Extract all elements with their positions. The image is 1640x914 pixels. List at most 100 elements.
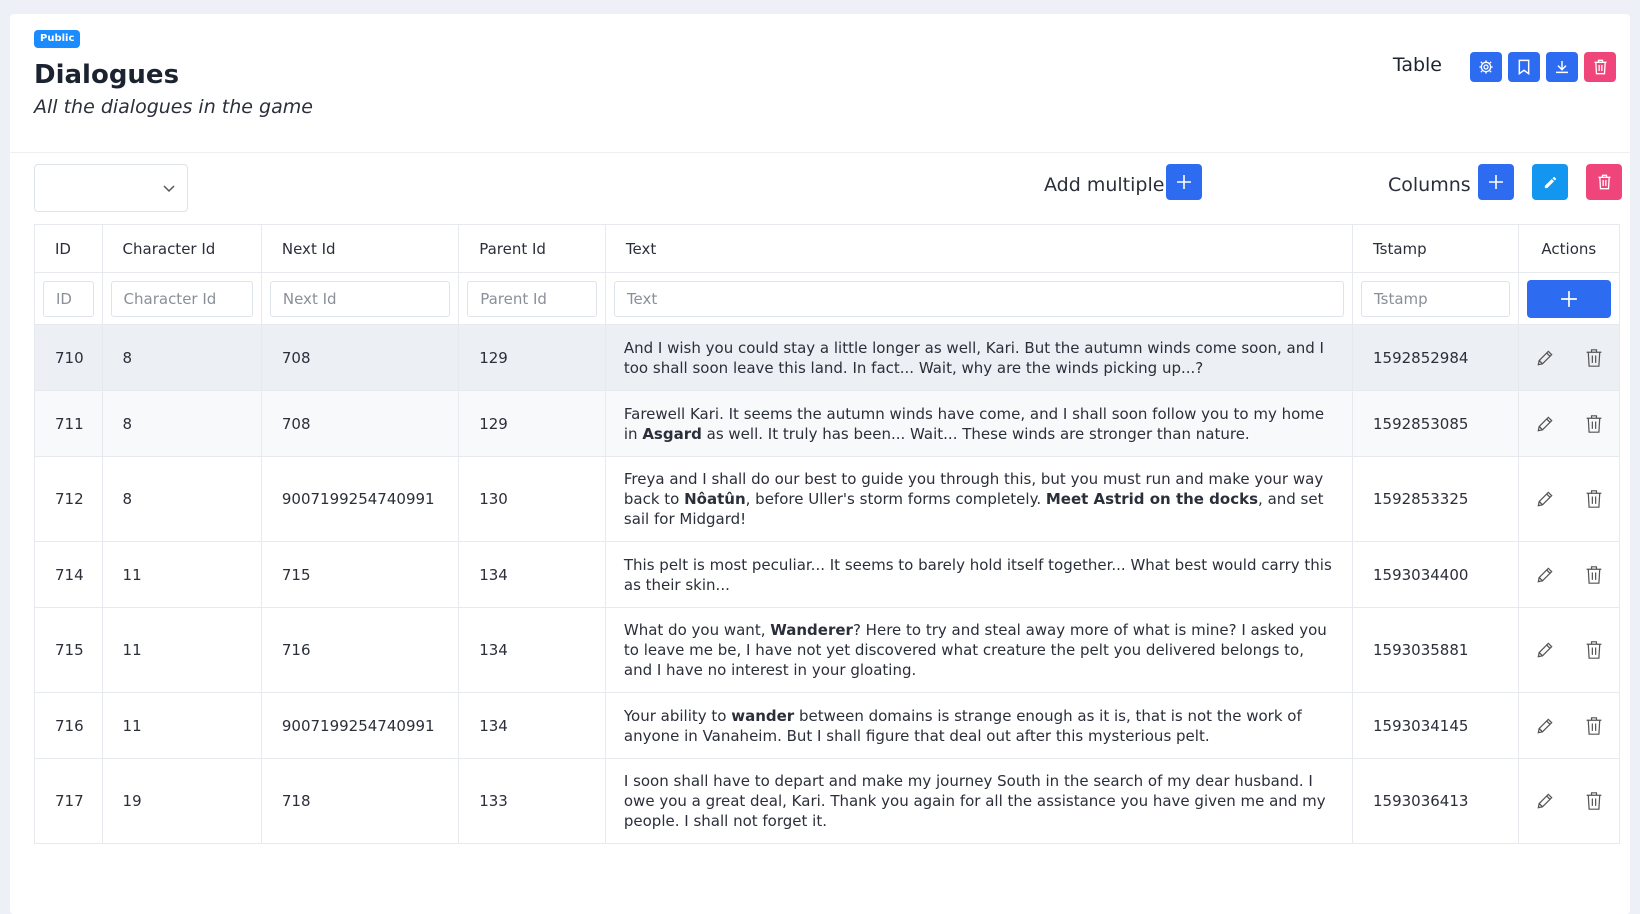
edit-row-button[interactable]	[1535, 714, 1555, 738]
filter-row	[34, 272, 1621, 325]
filter-next-id-input[interactable]	[269, 280, 451, 317]
table-bookmark-button[interactable]	[1508, 52, 1540, 82]
trash-icon	[1598, 174, 1610, 190]
cell-text: Farewell Kari. It seems the autumn winds…	[604, 390, 1353, 457]
edit-row-button[interactable]	[1535, 563, 1555, 587]
delete-row-button[interactable]	[1585, 563, 1603, 587]
column-header-next-id[interactable]: Next Id	[260, 224, 460, 273]
filter-text-input[interactable]	[613, 280, 1344, 317]
edit-row-button[interactable]	[1535, 487, 1555, 511]
table-actions	[1470, 52, 1616, 82]
pencil-icon	[1537, 793, 1553, 809]
table-row[interactable]: 710 8 708 129 And I wish you could stay a li…	[34, 324, 1621, 391]
add-column-button[interactable]	[1478, 164, 1514, 200]
cell-id: 714	[34, 541, 103, 608]
view-select[interactable]	[34, 164, 188, 212]
table-delete-button[interactable]	[1584, 52, 1616, 82]
cell-actions	[1517, 758, 1621, 844]
cell-tstamp: 1593036413	[1351, 758, 1519, 844]
pencil-icon	[1537, 717, 1553, 733]
column-header-id[interactable]: ID	[34, 224, 103, 273]
cell-tstamp: 1593034400	[1351, 541, 1519, 608]
cell-text: And I wish you could stay a little longe…	[604, 324, 1353, 391]
visibility-badge: Public	[34, 30, 81, 48]
cell-actions	[1517, 390, 1621, 457]
cell-text: What do you want, Wanderer? Here to try …	[604, 607, 1353, 693]
gear-icon	[1479, 60, 1493, 74]
cell-parent-id: 134	[458, 692, 606, 759]
delete-row-button[interactable]	[1585, 714, 1603, 738]
cell-tstamp: 1593034145	[1351, 692, 1519, 759]
filter-parent-id-input[interactable]	[467, 280, 597, 317]
delete-row-button[interactable]	[1585, 412, 1603, 436]
cell-character-id: 11	[101, 607, 262, 693]
cell-parent-id: 130	[458, 456, 606, 542]
cell-parent-id: 129	[458, 390, 606, 457]
cell-text: I soon shall have to depart and make my …	[604, 758, 1353, 844]
pencil-icon	[1537, 349, 1553, 365]
cell-next-id: 716	[260, 607, 460, 693]
page-title: Dialogues	[34, 60, 180, 90]
cell-parent-id: 134	[458, 541, 606, 608]
delete-row-button[interactable]	[1585, 487, 1603, 511]
pencil-icon	[1537, 415, 1553, 431]
cell-next-id: 715	[260, 541, 460, 608]
table-header-row: ID Character Id Next Id Parent Id Text T…	[34, 224, 1621, 273]
cell-character-id: 8	[101, 390, 262, 457]
filter-tstamp-input[interactable]	[1360, 280, 1510, 317]
add-row-button[interactable]	[1526, 279, 1611, 318]
edit-columns-button[interactable]	[1532, 164, 1568, 200]
edit-row-button[interactable]	[1535, 789, 1555, 813]
table-row[interactable]: 715 11 716 134 What do you want, Wanderer? H…	[34, 607, 1621, 693]
download-icon	[1556, 61, 1568, 74]
cell-parent-id: 133	[458, 758, 606, 844]
table-download-button[interactable]	[1546, 52, 1578, 82]
add-multiple-label: Add multiple	[1044, 174, 1165, 196]
delete-row-button[interactable]	[1585, 346, 1603, 370]
edit-row-button[interactable]	[1535, 638, 1555, 662]
table-row[interactable]: 717 19 718 133 I soon shall have to depart a…	[34, 758, 1621, 844]
table-row[interactable]: 712 8 9007199254740991 130 Freya and I shall…	[34, 456, 1621, 542]
table-row[interactable]: 716 11 9007199254740991 134 Your ability to …	[34, 692, 1621, 759]
filter-character-id-input[interactable]	[110, 280, 253, 317]
cell-tstamp: 1592853085	[1351, 390, 1519, 457]
plus-icon	[1560, 290, 1577, 307]
cell-character-id: 11	[101, 692, 262, 759]
edit-row-button[interactable]	[1535, 346, 1555, 370]
column-actions	[1478, 164, 1622, 200]
column-header-tstamp[interactable]: Tstamp	[1351, 224, 1519, 273]
cell-tstamp: 1592853325	[1351, 456, 1519, 542]
cell-character-id: 8	[101, 456, 262, 542]
trash-icon	[1586, 716, 1602, 735]
cell-text: This pelt is most peculiar... It seems t…	[604, 541, 1353, 608]
cell-id: 717	[34, 758, 103, 844]
cell-id: 716	[34, 692, 103, 759]
cell-parent-id: 134	[458, 607, 606, 693]
trash-icon	[1586, 641, 1602, 659]
table-settings-button[interactable]	[1470, 52, 1502, 82]
cell-next-id: 708	[260, 324, 460, 391]
edit-row-button[interactable]	[1535, 412, 1555, 436]
columns-label: Columns	[1388, 174, 1471, 196]
column-header-character-id[interactable]: Character Id	[101, 224, 262, 273]
delete-row-button[interactable]	[1585, 638, 1603, 662]
column-header-parent-id[interactable]: Parent Id	[458, 224, 606, 273]
column-header-text[interactable]: Text	[604, 224, 1353, 273]
table-row[interactable]: 714 11 715 134 This pelt is most peculiar...…	[34, 541, 1621, 608]
delete-columns-button[interactable]	[1586, 164, 1622, 200]
cell-actions	[1517, 692, 1621, 759]
cell-character-id: 8	[101, 324, 262, 391]
cell-character-id: 19	[101, 758, 262, 844]
cell-tstamp: 1593035881	[1351, 607, 1519, 693]
table-label: Table	[1392, 54, 1442, 76]
table-row[interactable]: 711 8 708 129 Farewell Kari. It seems the au…	[34, 390, 1621, 457]
trash-icon	[1586, 348, 1602, 367]
pencil-icon	[1544, 176, 1556, 188]
page-subtitle: All the dialogues in the game	[34, 96, 313, 118]
add-multiple-button[interactable]	[1166, 164, 1202, 200]
cell-next-id: 708	[260, 390, 460, 457]
cell-actions	[1517, 607, 1621, 693]
delete-row-button[interactable]	[1585, 789, 1603, 813]
filter-id-input[interactable]	[43, 280, 94, 317]
cell-parent-id: 129	[458, 324, 606, 391]
